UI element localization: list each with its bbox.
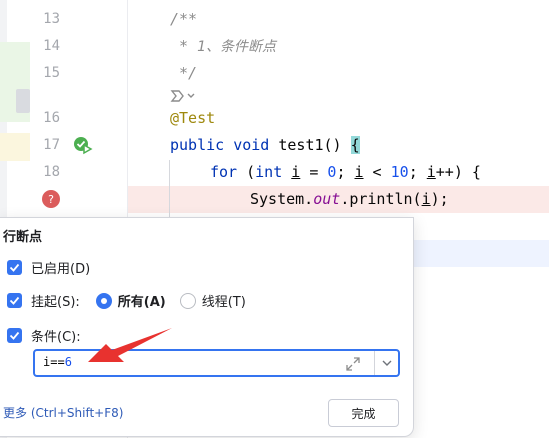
check-icon: [9, 263, 20, 272]
code-line-14: * 1、条件断点: [170, 33, 276, 61]
number: 10: [390, 163, 409, 181]
code-line-17: public void test1() {: [170, 132, 360, 159]
keyword: public: [170, 136, 225, 154]
code-line-16: @Test: [170, 105, 215, 132]
code-token: =: [300, 163, 328, 181]
method-name: test1(): [269, 136, 351, 154]
annotation: @Test: [170, 109, 216, 127]
code-token: ;: [336, 163, 355, 181]
chevron-down-icon[interactable]: [380, 357, 394, 369]
keyword: int: [255, 163, 283, 181]
suspend-label[interactable]: 挂起(S):: [31, 291, 80, 310]
code-token: <: [363, 163, 391, 181]
line-number: 17: [43, 137, 60, 153]
suspend-thread-label[interactable]: 线程(T): [202, 291, 246, 310]
enabled-row: 已启用(D): [7, 258, 90, 277]
done-button[interactable]: 完成: [328, 399, 399, 427]
svg-text:?: ?: [48, 193, 54, 206]
variable: i: [426, 163, 436, 181]
line-number: 13: [43, 11, 60, 27]
line-number: 15: [43, 65, 60, 81]
code-token: .println(: [340, 190, 422, 208]
condition-row: 条件(C):: [7, 326, 81, 345]
expand-icon[interactable]: [345, 356, 361, 372]
check-icon: [9, 331, 20, 340]
condition-value: 6: [64, 355, 72, 369]
line-number: 16: [43, 110, 60, 126]
line-number: 14: [43, 38, 60, 54]
comment: /**: [170, 10, 198, 28]
variable: i: [354, 163, 364, 181]
variable: i: [421, 190, 431, 208]
suspend-checkbox[interactable]: [7, 293, 22, 308]
conditional-breakpoint-icon[interactable]: ?: [41, 189, 61, 209]
suspend-row: 挂起(S): 所有(A) 线程(T): [7, 291, 246, 310]
code-token: (: [237, 163, 256, 181]
code-token: );: [430, 190, 449, 208]
popup-title: 行断点: [3, 230, 43, 245]
comment: */: [170, 64, 198, 82]
condition-input[interactable]: i==6: [33, 349, 400, 377]
field: out: [313, 190, 341, 208]
code-line-13: /**: [170, 6, 197, 33]
keyword: void: [233, 136, 270, 154]
input-separator: [374, 351, 375, 375]
indent-guide: [169, 160, 170, 220]
enabled-checkbox[interactable]: [7, 260, 22, 275]
code-token: ;: [408, 163, 427, 181]
code-line-15: */: [170, 60, 197, 87]
code-token: ++) {: [435, 163, 481, 181]
check-icon: [9, 296, 20, 305]
comment-text: 1、条件断点: [197, 39, 277, 55]
code-token: System.: [250, 190, 314, 208]
line-breakpoint-popup: 行断点 已启用(D) 挂起(S): 所有(A) 线程(T) 条件(C): i==…: [0, 217, 414, 437]
suspend-all-radio[interactable]: [95, 292, 112, 309]
run-test-icon[interactable]: [73, 136, 93, 156]
enabled-label[interactable]: 已启用(D): [31, 258, 90, 277]
comment: *: [170, 37, 198, 55]
more-link[interactable]: 更多 (Ctrl+Shift+F8): [3, 404, 123, 421]
code-line-18: for (int i = 0; i < 10; i++) {: [210, 159, 481, 186]
suspend-thread-radio[interactable]: [179, 292, 196, 309]
keyword: for: [210, 163, 238, 181]
line-number: 18: [43, 164, 60, 180]
ai-assistant-icon[interactable]: [170, 88, 198, 104]
suspend-all-label[interactable]: 所有(A): [118, 291, 166, 310]
condition-expression[interactable]: i==6: [43, 355, 72, 369]
condition-label[interactable]: 条件(C):: [31, 326, 81, 345]
condition-checkbox[interactable]: [7, 328, 22, 343]
line-highlight: [414, 240, 549, 267]
code-line-19: System.out.println(i);: [250, 186, 449, 213]
condition-prefix: i==: [43, 355, 65, 369]
variable: i: [291, 163, 301, 181]
brace: {: [350, 136, 360, 154]
